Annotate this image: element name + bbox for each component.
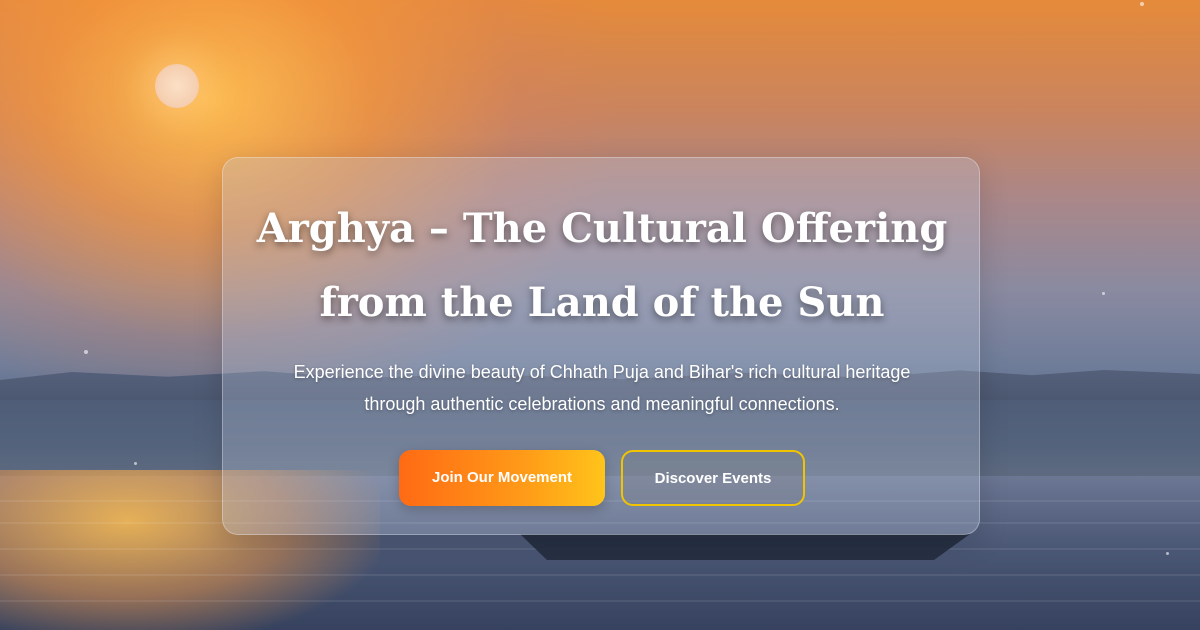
hero-title-line-1: Arghya – The Cultural Offering xyxy=(256,205,948,252)
sparkle xyxy=(134,462,137,465)
water-ripple xyxy=(0,600,1200,602)
water-ripple xyxy=(0,574,1200,576)
hero-subtitle-line-2: through authentic celebrations and meani… xyxy=(364,394,840,414)
hero-section: Arghya – The Cultural Offering from the … xyxy=(0,0,1200,630)
sparkle xyxy=(84,350,88,354)
boat-silhouette xyxy=(520,534,970,560)
hero-card: Arghya – The Cultural Offering from the … xyxy=(222,157,980,535)
discover-events-button[interactable]: Discover Events xyxy=(621,450,805,506)
join-movement-button[interactable]: Join Our Movement xyxy=(399,450,605,506)
sparkle xyxy=(1166,552,1169,555)
hero-title: Arghya – The Cultural Offering from the … xyxy=(223,192,981,340)
sparkle xyxy=(1102,292,1105,295)
hero-title-line-2: from the Land of the Sun xyxy=(319,279,885,326)
hero-subtitle-line-1: Experience the divine beauty of Chhath P… xyxy=(293,362,911,382)
sun xyxy=(155,64,199,108)
sparkle xyxy=(1140,2,1144,6)
hero-subtitle: Experience the divine beauty of Chhath P… xyxy=(243,356,961,420)
